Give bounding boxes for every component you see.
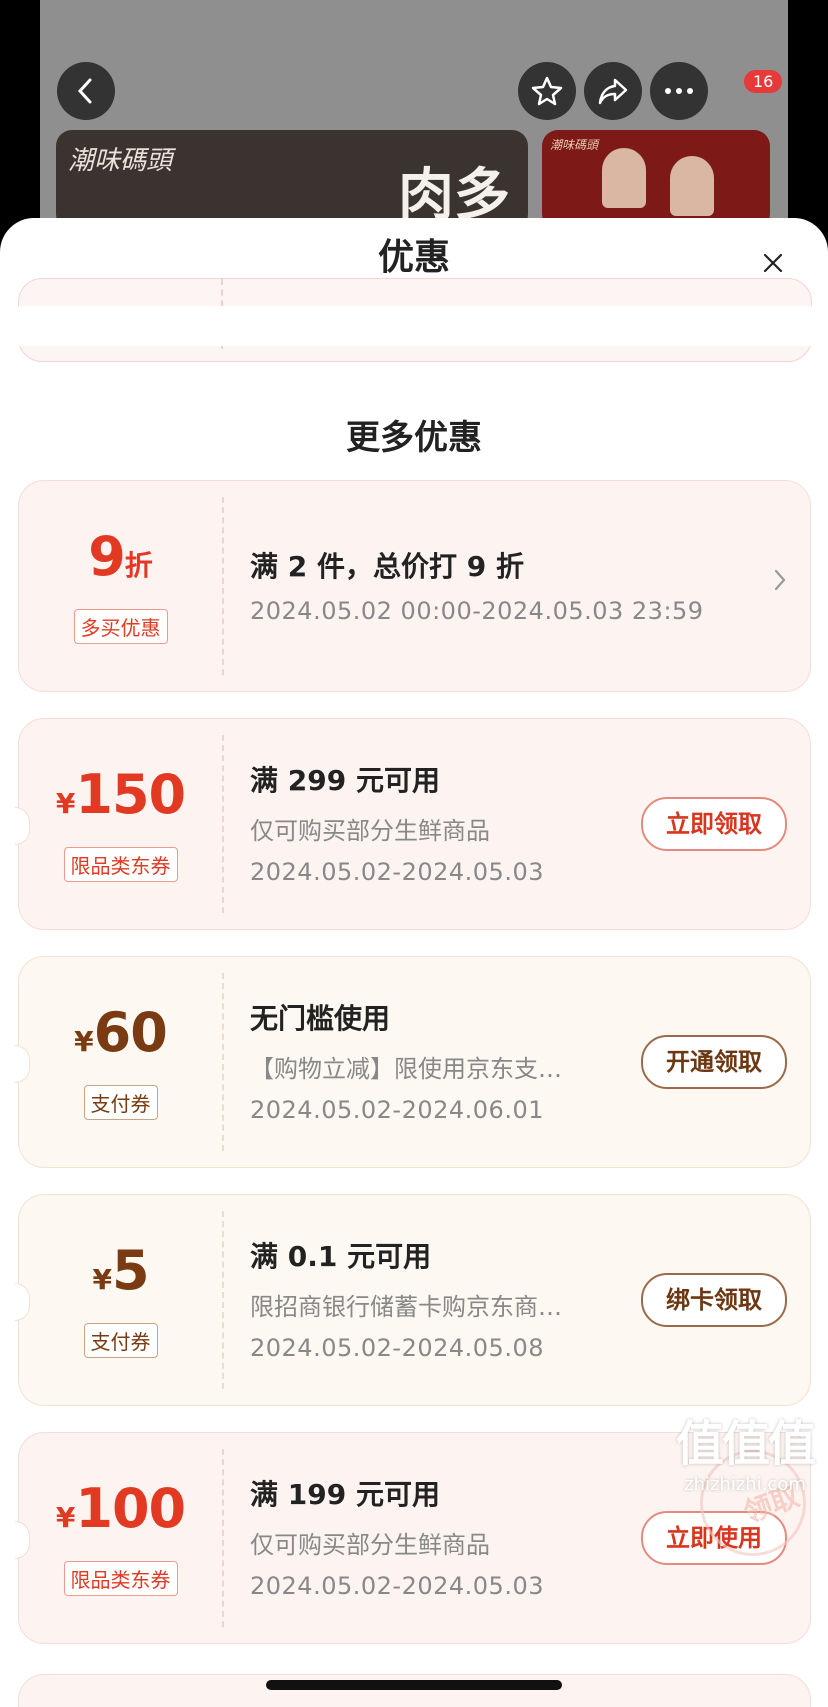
offer-title: 满 299 元可用 (250, 764, 440, 797)
close-button[interactable] (758, 250, 788, 280)
offer-title: 无门槛使用 (250, 1002, 391, 1035)
more-button[interactable] (650, 62, 708, 120)
product-banner[interactable]: 潮味碼頭 肉多 (56, 130, 528, 230)
chevron-left-icon (77, 78, 92, 104)
offer-card[interactable]: 9折 多买优惠 满 2 件，总价打 9 折 2024.05.02 00:00-2… (18, 480, 811, 692)
banner-brand: 潮味碼頭 (550, 138, 599, 152)
offer-title: 满 0.1 元可用 (250, 1240, 432, 1273)
star-icon (531, 76, 563, 106)
offer-desc: 仅可购买部分生鲜商品 (250, 1531, 490, 1559)
chevron-right-icon (773, 565, 787, 600)
watermark-logo: 值值值 (676, 1416, 816, 1472)
more-offers-title: 更多优惠 (346, 418, 482, 458)
back-button[interactable] (57, 62, 115, 120)
favorite-button[interactable] (518, 62, 576, 120)
more-dots-icon (665, 88, 693, 94)
watermark-site: zhizhizhi.com (684, 1474, 806, 1495)
offer-desc: 限招商银行储蓄卡购京东商… (250, 1293, 562, 1321)
bind-card-claim-button[interactable]: 绑卡领取 (641, 1273, 787, 1327)
offer-tag: 支付券 (83, 1323, 158, 1358)
offer-title: 满 199 元可用 (250, 1478, 440, 1511)
offer-tag: 限品类东券 (63, 847, 178, 882)
offer-date: 2024.05.02-2024.06.01 (250, 1096, 544, 1124)
offer-date: 2024.05.02-2024.05.08 (250, 1334, 544, 1362)
home-indicator[interactable] (266, 1680, 562, 1690)
share-icon (598, 78, 628, 105)
offer-desc: 仅可购买部分生鲜商品 (250, 817, 490, 845)
offer-title: 满 2 件，总价打 9 折 (250, 550, 524, 583)
offer-card: ¥150 限品类东券 满 299 元可用 仅可购买部分生鲜商品 2024.05.… (15, 718, 811, 930)
offer-date: 2024.05.02-2024.05.03 (250, 858, 544, 886)
model-image (670, 156, 714, 216)
watermark: 值值值 zhizhizhi.com (676, 1404, 816, 1495)
offer-desc: 【购物立减】限使用京东支… (250, 1055, 562, 1083)
activate-claim-button[interactable]: 开通领取 (641, 1035, 787, 1089)
offer-tag: 多买优惠 (73, 609, 168, 644)
share-button[interactable] (584, 62, 642, 120)
offer-card: ¥5 支付券 满 0.1 元可用 限招商银行储蓄卡购京东商… 2024.05.0… (15, 1194, 811, 1406)
offer-date: 2024.05.02-2024.05.03 (250, 1572, 544, 1600)
claim-button[interactable]: 立即领取 (641, 797, 787, 851)
offer-card: ¥60 支付券 无门槛使用 【购物立减】限使用京东支… 2024.05.02-2… (15, 956, 811, 1168)
offer-amount: ¥5 (92, 1239, 149, 1302)
model-image (602, 148, 646, 208)
offer-amount: ¥150 (55, 763, 186, 826)
offer-amount: ¥60 (74, 1001, 168, 1064)
offer-date: 2024.05.02 00:00-2024.05.03 23:59 (250, 597, 704, 625)
offer-amount: ¥100 (55, 1477, 186, 1540)
offer-amount: 9折 (88, 525, 153, 588)
sheet-title: 优惠 (377, 237, 450, 278)
offer-tag: 限品类东券 (63, 1561, 178, 1596)
offer-card-partial (18, 1674, 811, 1707)
more-badge: 16 (742, 68, 785, 95)
banner-brand: 潮味碼頭 (68, 146, 173, 176)
close-icon (763, 253, 783, 273)
product-banner-2[interactable]: 潮味碼頭 (542, 130, 770, 230)
offer-tag: 支付券 (83, 1085, 158, 1120)
